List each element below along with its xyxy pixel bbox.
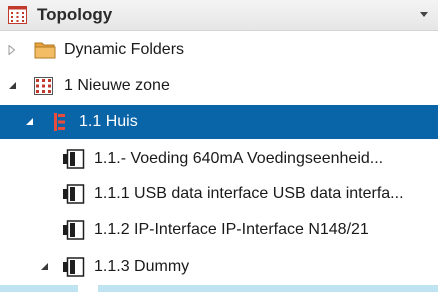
device-icon bbox=[63, 257, 85, 277]
tree-item-device[interactable]: 1.1.2 IP-Interface IP-Interface N148/21 bbox=[0, 213, 438, 247]
next-row-highlight[interactable] bbox=[0, 285, 438, 292]
tree-item-label: 1.1.- Voeding 640mA Voedingseenheid... bbox=[94, 150, 384, 167]
folder-icon bbox=[34, 42, 56, 59]
next-row-icon bbox=[78, 285, 98, 292]
tree-item-label: 1.1.2 IP-Interface IP-Interface N148/21 bbox=[94, 221, 369, 238]
tree-item-label: 1 Nieuwe zone bbox=[64, 77, 170, 94]
tree-item-label: Dynamic Folders bbox=[64, 41, 185, 58]
panel-header: Topology bbox=[0, 0, 438, 31]
zone-icon bbox=[34, 77, 53, 95]
device-icon bbox=[63, 184, 85, 204]
building-icon bbox=[54, 113, 65, 131]
tree-item-huis[interactable]: 1.1 Huis bbox=[0, 105, 438, 139]
tree-item-device[interactable]: 1.1.1 USB data interface USB data interf… bbox=[0, 177, 438, 211]
tree-item-dynamic-folders[interactable]: Dynamic Folders bbox=[0, 33, 438, 67]
device-icon bbox=[63, 149, 85, 169]
tree-item-label: 1.1.3 Dummy bbox=[94, 258, 190, 275]
tree-item-label: 1.1 Huis bbox=[79, 113, 138, 130]
expand-expanded-icon[interactable] bbox=[23, 105, 37, 139]
chevron-down-icon[interactable] bbox=[420, 12, 428, 17]
expand-expanded-icon[interactable] bbox=[38, 250, 52, 284]
topology-icon bbox=[8, 6, 27, 24]
topology-panel: Topology Dynamic Folders 1 Nieuwe zone 1… bbox=[0, 0, 438, 292]
tree-item-nieuwe-zone[interactable]: 1 Nieuwe zone bbox=[0, 69, 438, 103]
device-icon bbox=[63, 220, 85, 240]
panel-title: Topology bbox=[37, 5, 113, 24]
tree-item-label: 1.1.1 USB data interface USB data interf… bbox=[94, 185, 404, 202]
tree-item-dummy[interactable]: 1.1.3 Dummy bbox=[0, 250, 438, 284]
expand-expanded-icon[interactable] bbox=[6, 69, 20, 103]
tree-item-device[interactable]: 1.1.- Voeding 640mA Voedingseenheid... bbox=[0, 142, 438, 176]
expand-collapsed-icon[interactable] bbox=[6, 33, 20, 67]
